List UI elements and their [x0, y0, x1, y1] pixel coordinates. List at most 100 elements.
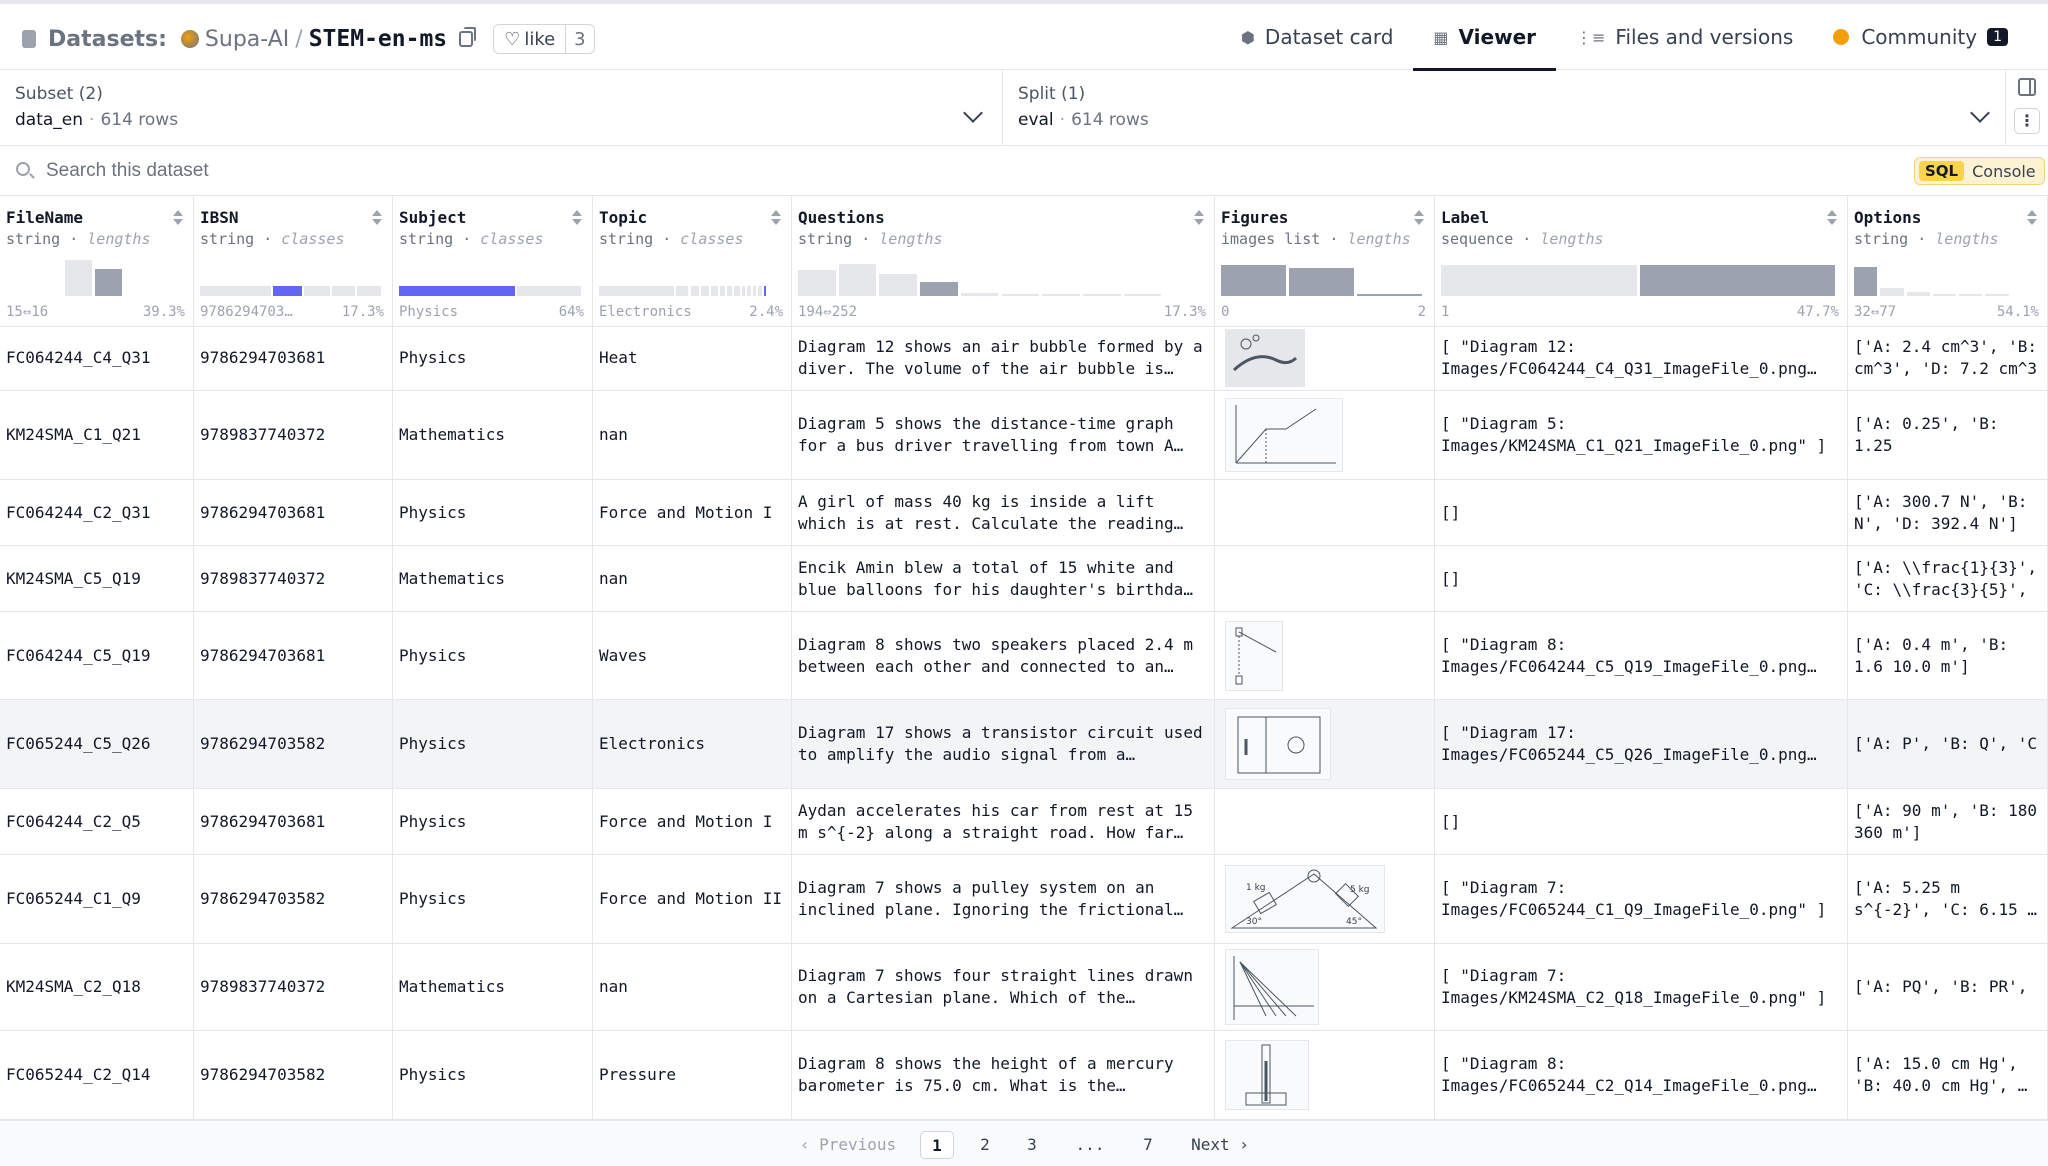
- page-button[interactable]: 3: [1015, 1131, 1049, 1159]
- cell-topic[interactable]: nan: [593, 944, 792, 1030]
- class-bar[interactable]: [741, 286, 746, 296]
- histogram-bar[interactable]: [1639, 265, 1835, 296]
- figure-thumbnail[interactable]: [1225, 949, 1319, 1025]
- more-options-icon[interactable]: ⋮: [2014, 108, 2040, 134]
- histogram-bar[interactable]: [95, 269, 122, 296]
- table-row[interactable]: FC065244_C5_Q26 9786294703582 Physics Elect…: [0, 700, 2048, 789]
- histogram-bar[interactable]: [1906, 291, 1930, 296]
- sort-icon[interactable]: [1414, 210, 1424, 226]
- cell-filename[interactable]: FC065244_C1_Q9: [0, 855, 194, 943]
- cell-subject[interactable]: Physics: [393, 326, 593, 390]
- column-header-label[interactable]: Label sequence · lengths 1 47.7%: [1435, 196, 1848, 326]
- cell-questions[interactable]: Diagram 17 shows a transistor circuit us…: [792, 700, 1215, 788]
- class-bar[interactable]: [200, 286, 272, 296]
- cell-subject[interactable]: Physics: [393, 480, 593, 545]
- sort-icon[interactable]: [1194, 210, 1204, 226]
- tab-files-and-versions[interactable]: ⋮≡ Files and versions: [1556, 4, 1813, 70]
- sort-icon[interactable]: [372, 210, 382, 226]
- histogram-bar[interactable]: [920, 282, 958, 296]
- cell-topic[interactable]: nan: [593, 546, 792, 611]
- cell-questions[interactable]: Diagram 7 shows a pulley system on an in…: [792, 855, 1215, 943]
- cell-questions[interactable]: Diagram 12 shows an air bubble formed by…: [792, 326, 1215, 390]
- cell-options[interactable]: ['A: 300.7 N', 'B: N', 'D: 392.4 N']: [1848, 480, 2048, 545]
- page-button[interactable]: 1: [920, 1131, 954, 1159]
- column-header-filename[interactable]: FileName string · lengths 15⇔16 39.3%: [0, 196, 194, 326]
- sort-icon[interactable]: [2027, 210, 2037, 226]
- tab-viewer[interactable]: ▦ Viewer: [1413, 4, 1556, 71]
- cell-subject[interactable]: Physics: [393, 855, 593, 943]
- cell-ibsn[interactable]: 9786294703681: [194, 789, 393, 854]
- cell-ibsn[interactable]: 9786294703681: [194, 480, 393, 545]
- cell-subject[interactable]: Mathematics: [393, 546, 593, 611]
- cell-figures[interactable]: [1215, 612, 1435, 699]
- cell-figures[interactable]: [1215, 944, 1435, 1030]
- sort-icon[interactable]: [771, 210, 781, 226]
- cell-options[interactable]: ['A: \\frac{1}{3}', 'C: \\frac{3}{5}',: [1848, 546, 2048, 611]
- cell-figures[interactable]: [1215, 1031, 1435, 1119]
- table-row[interactable]: FC064244_C2_Q5 9786294703681 Physics Force …: [0, 789, 2048, 855]
- cell-ibsn[interactable]: 9786294703582: [194, 1031, 393, 1119]
- cell-subject[interactable]: Physics: [393, 1031, 593, 1119]
- histogram-bar[interactable]: [65, 260, 92, 296]
- side-panel-icon[interactable]: [2018, 78, 2036, 96]
- histogram-bar[interactable]: [1001, 294, 1040, 296]
- split-select[interactable]: Split (1) eval · 614 rows: [1003, 70, 2006, 146]
- table-row[interactable]: FC064244_C5_Q19 9786294703681 Physics Waves…: [0, 612, 2048, 700]
- histogram-bar[interactable]: [960, 293, 999, 296]
- cell-label[interactable]: [ "Diagram 8: Images/FC064244_C5_Q19_Ima…: [1435, 612, 1848, 699]
- cell-questions[interactable]: Aydan accelerates his car from rest at 1…: [792, 789, 1215, 854]
- cell-options[interactable]: ['A: 0.25', 'B: 1.25: [1848, 391, 2048, 479]
- page-button[interactable]: 7: [1131, 1131, 1165, 1159]
- class-bar[interactable]: [399, 286, 515, 296]
- column-header-options[interactable]: Options string · lengths 32⇔77 54.1%: [1848, 196, 2048, 326]
- histogram-bar[interactable]: [1042, 294, 1080, 296]
- cell-label[interactable]: []: [1435, 546, 1848, 611]
- cell-filename[interactable]: FC064244_C2_Q5: [0, 789, 194, 854]
- cell-options[interactable]: ['A: 0.4 m', 'B: 1.6 10.0 m']: [1848, 612, 2048, 699]
- cell-label[interactable]: [ "Diagram 12: Images/FC064244_C4_Q31_Im…: [1435, 326, 1848, 390]
- next-page-button[interactable]: Next ›: [1184, 1131, 1256, 1159]
- cell-options[interactable]: ['A: PQ', 'B: PR',: [1848, 944, 2048, 1030]
- cell-options[interactable]: ['A: 2.4 cm^3', 'B: cm^3', 'D: 7.2 cm^3: [1848, 326, 2048, 390]
- figure-thumbnail[interactable]: [1225, 1040, 1309, 1110]
- cell-label[interactable]: [ "Diagram 17: Images/FC065244_C5_Q26_Im…: [1435, 700, 1848, 788]
- table-row[interactable]: KM24SMA_C2_Q18 9789837740372 Mathematics na…: [0, 944, 2048, 1031]
- cell-questions[interactable]: Diagram 7 shows four straight lines draw…: [792, 944, 1215, 1030]
- cell-options[interactable]: ['A: 5.25 m s^{-2}', 'C: 6.15 m s^{-2}',: [1848, 855, 2048, 943]
- class-bar[interactable]: [599, 286, 674, 296]
- cell-label[interactable]: [ "Diagram 7: Images/KM24SMA_C2_Q18_Imag…: [1435, 944, 1848, 1030]
- subset-select[interactable]: Subset (2) data_en · 614 rows: [0, 70, 1003, 146]
- histogram-bar[interactable]: [1123, 294, 1162, 296]
- histogram-bar[interactable]: [1221, 265, 1286, 296]
- cell-subject[interactable]: Physics: [393, 612, 593, 699]
- org-link[interactable]: Supa-AI: [205, 27, 289, 52]
- histogram-bar[interactable]: [1880, 288, 1904, 296]
- class-bar[interactable]: [752, 286, 757, 296]
- histogram-bar[interactable]: [1289, 267, 1354, 296]
- cell-questions[interactable]: Encik Amin blew a total of 15 white and …: [792, 546, 1215, 611]
- cell-filename[interactable]: FC065244_C5_Q26: [0, 700, 194, 788]
- histogram-bar[interactable]: [1441, 265, 1637, 296]
- class-bar[interactable]: [719, 286, 726, 296]
- cell-filename[interactable]: KM24SMA_C2_Q18: [0, 944, 194, 1030]
- cell-figures[interactable]: [1215, 789, 1435, 854]
- cell-filename[interactable]: KM24SMA_C1_Q21: [0, 391, 194, 479]
- cell-topic[interactable]: Force and Motion I: [593, 480, 792, 545]
- figure-thumbnail[interactable]: [1225, 620, 1283, 691]
- cell-label[interactable]: [ "Diagram 8: Images/FC065244_C2_Q14_Ima…: [1435, 1031, 1848, 1119]
- cell-ibsn[interactable]: 9789837740372: [194, 546, 393, 611]
- cell-options[interactable]: ['A: P', 'B: Q', 'C: [1848, 700, 2048, 788]
- table-row[interactable]: KM24SMA_C1_Q21 9789837740372 Mathematics na…: [0, 391, 2048, 480]
- table-row[interactable]: FC065244_C1_Q9 9786294703582 Physics Force …: [0, 855, 2048, 944]
- class-bar[interactable]: [758, 286, 762, 296]
- cell-ibsn[interactable]: 9786294703582: [194, 855, 393, 943]
- cell-figures[interactable]: [1215, 546, 1435, 611]
- cell-label[interactable]: []: [1435, 789, 1848, 854]
- class-bar[interactable]: [357, 286, 381, 296]
- cell-subject[interactable]: Physics: [393, 700, 593, 788]
- tab-dataset-card[interactable]: ⬢ Dataset card: [1221, 4, 1413, 70]
- histogram-bar[interactable]: [879, 273, 918, 296]
- cell-topic[interactable]: Force and Motion II: [593, 855, 792, 943]
- datasets-link[interactable]: Datasets:: [48, 27, 167, 52]
- histogram-bar[interactable]: [1854, 267, 1878, 296]
